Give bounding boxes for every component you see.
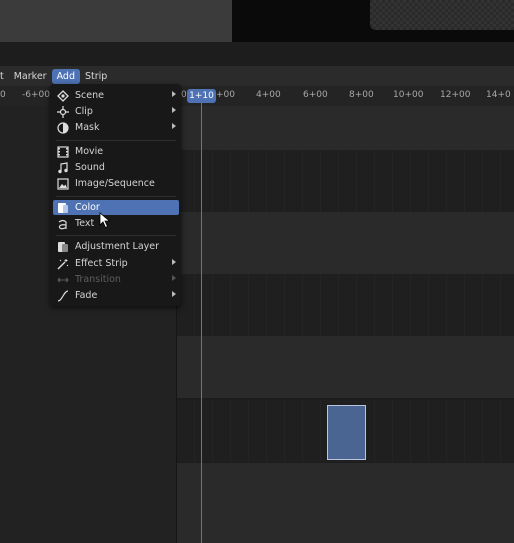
sound-icon xyxy=(57,161,69,174)
add-menu-text-label: Text xyxy=(75,218,95,229)
text-icon xyxy=(57,218,69,230)
add-menu-transition-label: Transition xyxy=(75,274,121,285)
add-menu-scene-label: Scene xyxy=(75,90,104,101)
submenu-arrow-icon xyxy=(172,91,176,97)
ruler-tick-label: 4+00 xyxy=(256,90,281,100)
menu-add[interactable]: Add xyxy=(51,69,80,84)
add-menu-text[interactable]: Text xyxy=(53,216,179,231)
add-menu-fade[interactable]: Fade xyxy=(53,288,179,303)
playhead-frame-label[interactable]: 1+10 xyxy=(187,89,216,103)
channel-row[interactable] xyxy=(177,274,514,336)
menu-separator xyxy=(56,196,176,197)
channel-row[interactable] xyxy=(177,150,514,212)
add-menu-color[interactable]: Color xyxy=(53,200,179,215)
add-menu-dropdown: Scene Clip Mask Movie Sound Image/Sequen… xyxy=(50,84,181,306)
ruler-tick-label: 6+00 xyxy=(303,90,328,100)
add-menu-sound-label: Sound xyxy=(75,162,105,173)
submenu-arrow-icon xyxy=(172,275,176,281)
ruler-zero-label: 0 xyxy=(181,90,187,100)
ruler-tick-label: 12+00 xyxy=(440,90,471,100)
submenu-arrow-icon xyxy=(172,291,176,297)
ruler-tick-label: 8+00 xyxy=(349,90,374,100)
add-menu-color-label: Color xyxy=(75,202,100,213)
add-menu-mask-label: Mask xyxy=(75,122,100,133)
adjustment-layer-icon xyxy=(57,241,69,253)
ruler-tick-label: +00 xyxy=(216,90,235,100)
preview-area xyxy=(0,0,514,42)
menu-marker[interactable]: Marker xyxy=(9,69,52,84)
transition-icon xyxy=(57,274,69,286)
add-menu-clip[interactable]: Clip xyxy=(53,104,179,119)
effect-strip-icon xyxy=(57,258,69,270)
color-icon xyxy=(57,202,69,214)
menu-view-truncated[interactable]: t xyxy=(0,69,9,84)
image-icon xyxy=(57,177,69,190)
channel-row[interactable] xyxy=(177,106,514,150)
add-menu-adjustment-layer[interactable]: Adjustment Layer xyxy=(53,239,179,254)
add-menu-image-sequence-label: Image/Sequence xyxy=(75,178,155,189)
add-menu-movie[interactable]: Movie xyxy=(53,144,179,159)
ruler-tick-label: -6+00 xyxy=(22,90,50,100)
mask-icon xyxy=(57,121,69,134)
add-menu-scene[interactable]: Scene xyxy=(53,88,179,103)
scene-icon xyxy=(57,89,69,102)
preview-checkerboard xyxy=(370,0,514,30)
movie-icon xyxy=(57,145,69,158)
add-menu-clip-label: Clip xyxy=(75,106,93,117)
submenu-arrow-icon xyxy=(172,123,176,129)
menu-separator xyxy=(56,235,176,236)
submenu-arrow-icon xyxy=(172,107,176,113)
ruler-tick-label: 0 xyxy=(0,90,6,100)
add-menu-sound[interactable]: Sound xyxy=(53,160,179,175)
add-menu-adjustment-layer-label: Adjustment Layer xyxy=(75,241,160,252)
channel-row[interactable] xyxy=(177,463,514,543)
submenu-arrow-icon xyxy=(172,259,176,265)
mouse-cursor-icon xyxy=(99,212,111,229)
playhead-line[interactable] xyxy=(201,103,202,543)
add-menu-transition[interactable]: Transition xyxy=(53,272,179,287)
clip-icon xyxy=(57,105,69,118)
add-menu-effect-strip[interactable]: Effect Strip xyxy=(53,256,179,271)
ruler-tick-label: 14+0 xyxy=(486,90,511,100)
fade-icon xyxy=(57,289,69,302)
color-strip[interactable] xyxy=(327,405,366,460)
menubar: t Marker Add Strip xyxy=(0,69,112,84)
add-menu-fade-label: Fade xyxy=(75,290,98,301)
add-menu-image-sequence[interactable]: Image/Sequence xyxy=(53,176,179,191)
add-menu-mask[interactable]: Mask xyxy=(53,120,179,135)
ruler-tick-label: 10+00 xyxy=(393,90,424,100)
add-menu-effect-strip-label: Effect Strip xyxy=(75,258,128,269)
menu-strip[interactable]: Strip xyxy=(80,69,112,84)
menu-separator xyxy=(56,140,176,141)
channel-row[interactable] xyxy=(177,336,514,398)
channel-row[interactable] xyxy=(177,212,514,274)
add-menu-movie-label: Movie xyxy=(75,146,104,157)
